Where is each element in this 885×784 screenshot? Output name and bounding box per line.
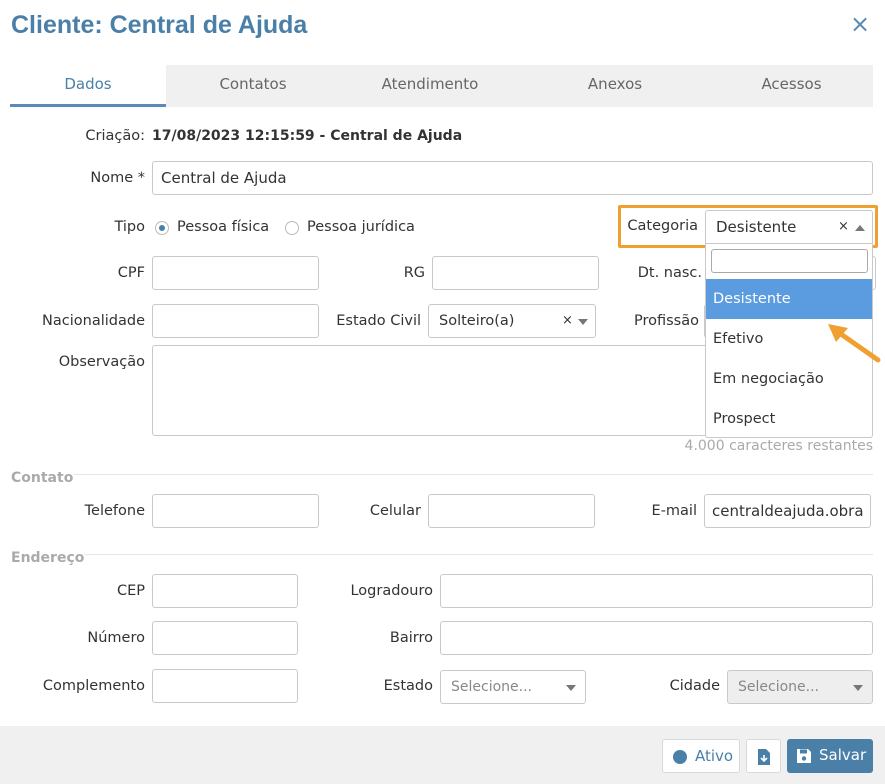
complemento-input[interactable]	[152, 669, 298, 703]
observacao-label: Observação	[58, 354, 145, 370]
telefone-label: Telefone	[84, 503, 145, 519]
categoria-clear-icon[interactable]: ×	[838, 219, 849, 234]
dtnasc-label: Dt. nasc.	[637, 265, 702, 281]
section-contato-title: Contato	[11, 470, 74, 486]
salvar-button[interactable]: Salvar	[787, 739, 873, 773]
tab-contatos[interactable]: Contatos	[166, 65, 340, 107]
numero-label: Número	[87, 630, 145, 646]
estado-select[interactable]: Selecione...	[440, 670, 586, 704]
modal-title: Cliente: Central de Ajuda	[11, 11, 308, 39]
email-input[interactable]: centraldeajuda.obra	[704, 494, 871, 528]
section-divider	[74, 474, 873, 475]
section-divider	[84, 554, 873, 555]
pessoa-fisica-label[interactable]: Pessoa física	[177, 219, 269, 235]
estado-civil-select[interactable]: Solteiro(a) ×	[428, 304, 596, 338]
criacao-label: Criação:	[85, 128, 145, 144]
tab-atendimento[interactable]: Atendimento	[340, 65, 520, 107]
celular-input[interactable]	[428, 494, 595, 528]
estado-label: Estado	[383, 678, 433, 694]
estado-placeholder: Selecione...	[451, 679, 532, 695]
close-icon[interactable]: ×	[848, 12, 872, 36]
categoria-select-value: Desistente	[716, 218, 797, 236]
criacao-value: 17/08/2023 12:15:59 - Central de Ajuda	[152, 128, 463, 144]
salvar-label: Salvar	[819, 746, 867, 764]
chevron-down-icon	[566, 685, 576, 691]
nome-label: Nome *	[90, 170, 145, 186]
estado-civil-label: Estado Civil	[336, 313, 421, 329]
arrow-pointer-icon	[828, 324, 881, 363]
status-dot-icon	[673, 750, 687, 764]
pessoa-juridica-label[interactable]: Pessoa jurídica	[307, 219, 415, 235]
tab-dados[interactable]: Dados	[10, 65, 166, 107]
dropdown-option-prospect[interactable]: Prospect	[706, 399, 872, 439]
section-endereco-title: Endereço	[11, 550, 85, 566]
cidade-select[interactable]: Selecione...	[727, 670, 873, 704]
cidade-placeholder: Selecione...	[738, 679, 819, 695]
logradouro-input[interactable]	[440, 574, 873, 608]
cpf-label: CPF	[117, 265, 145, 281]
email-label: E-mail	[651, 503, 697, 519]
bairro-label: Bairro	[389, 630, 433, 646]
radio-pessoa-juridica[interactable]	[285, 221, 299, 235]
save-icon	[797, 749, 811, 763]
categoria-search-input[interactable]	[711, 249, 868, 273]
chevron-down-icon	[853, 685, 863, 691]
estado-civil-value: Solteiro(a)	[439, 313, 515, 329]
rg-label: RG	[403, 265, 425, 281]
chevron-down-icon	[578, 319, 588, 325]
estado-civil-clear-icon[interactable]: ×	[562, 313, 573, 328]
tab-bar: Dados Contatos Atendimento Anexos Acesso…	[10, 65, 873, 107]
ativo-label: Ativo	[695, 747, 734, 765]
chevron-up-icon	[855, 225, 865, 231]
celular-label: Celular	[369, 503, 421, 519]
bairro-input[interactable]	[440, 621, 873, 655]
document-download-button[interactable]	[746, 739, 781, 773]
tab-anexos[interactable]: Anexos	[520, 65, 710, 107]
cidade-label: Cidade	[669, 678, 720, 694]
file-download-icon	[758, 749, 770, 765]
cep-label: CEP	[116, 583, 145, 599]
categoria-select[interactable]: Desistente ×	[705, 210, 873, 244]
numero-input[interactable]	[152, 621, 298, 655]
logradouro-label: Logradouro	[350, 583, 433, 599]
complemento-label: Complemento	[42, 678, 145, 694]
nacionalidade-input[interactable]	[152, 304, 319, 338]
ativo-button[interactable]: Ativo	[662, 739, 740, 773]
nacionalidade-label: Nacionalidade	[42, 313, 145, 329]
profissao-label: Profissão	[633, 313, 699, 329]
tab-acessos[interactable]: Acessos	[710, 65, 873, 107]
categoria-label: Categoria	[627, 218, 698, 234]
cpf-input[interactable]	[152, 256, 319, 290]
telefone-input[interactable]	[152, 494, 319, 528]
radio-pessoa-fisica[interactable]	[155, 221, 169, 235]
char-count: 4.000 caracteres restantes	[684, 438, 873, 454]
dropdown-option-desistente[interactable]: Desistente	[706, 279, 872, 319]
cep-input[interactable]	[152, 574, 298, 608]
rg-input[interactable]	[432, 256, 599, 290]
nome-input[interactable]: Central de Ajuda	[152, 161, 873, 195]
tipo-label: Tipo	[114, 219, 145, 235]
